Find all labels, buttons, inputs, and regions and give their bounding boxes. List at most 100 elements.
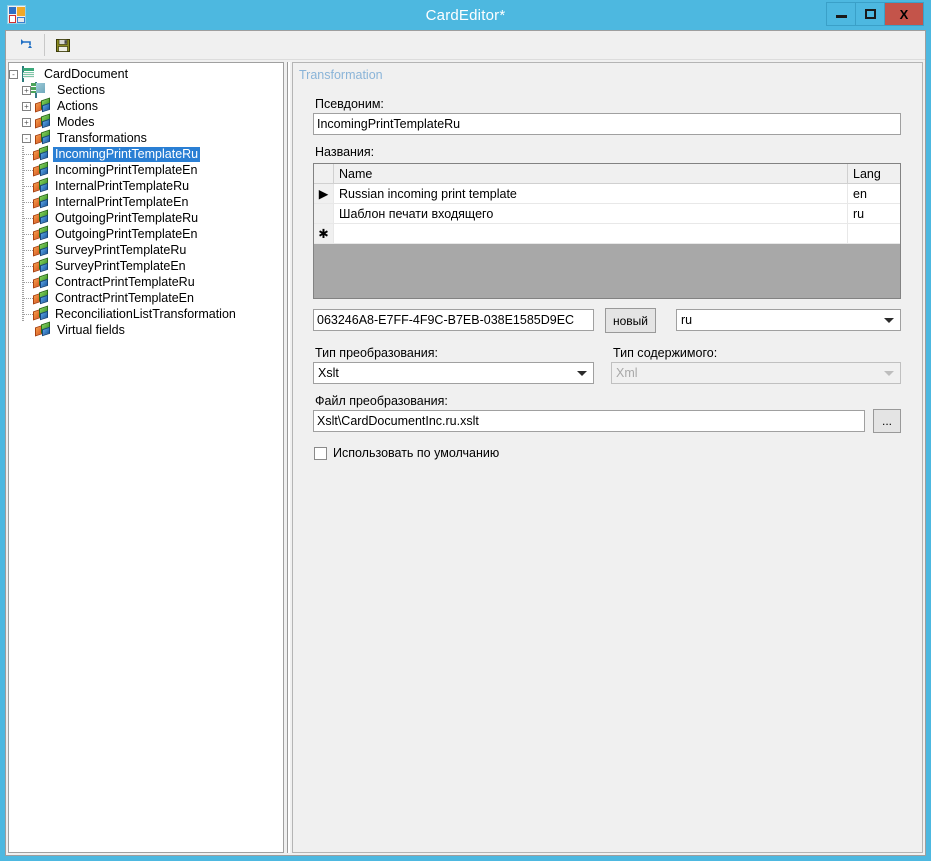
tree-node[interactable]: OutgoingPrintTemplateRu [9, 209, 283, 226]
tree-node[interactable]: InternalPrintTemplateEn [9, 193, 283, 210]
column-header[interactable] [314, 164, 334, 183]
tree-node[interactable]: InternalPrintTemplateRu [9, 177, 283, 194]
gem-icon [35, 113, 51, 129]
gem-icon [35, 97, 51, 113]
save-icon [56, 39, 70, 52]
row-name-cell[interactable]: Шаблон печати входящего [334, 204, 848, 223]
tree-node[interactable]: - CardDocument [9, 66, 283, 82]
tree-node-label: InternalPrintTemplateRu [55, 178, 190, 193]
tree-node-label: Virtual fields [57, 322, 125, 337]
row-indicator: ▶ [314, 184, 334, 203]
tree-node-label: ReconciliationListTransformation [55, 306, 236, 321]
table-row[interactable]: ▶ Russian incoming print template en [314, 184, 900, 204]
tree-node[interactable]: ContractPrintTemplateEn [9, 289, 283, 306]
refresh-return-icon [21, 39, 32, 48]
transformation-detail-panel: Transformation Псевдоним: IncomingPrintT… [292, 62, 923, 853]
tree-node[interactable]: - Transformations [9, 129, 283, 146]
tree-node[interactable]: + Sections [9, 82, 283, 98]
tree-node-label: IncomingPrintTemplateRu [53, 146, 201, 162]
tree-expander[interactable]: + [22, 101, 31, 111]
row-name-cell[interactable] [334, 224, 848, 243]
tree-node[interactable]: OutgoingPrintTemplateEn [9, 225, 283, 242]
content-type-label: Тип содержимого: [613, 346, 718, 360]
gem-icon [35, 321, 51, 337]
window-controls: X [826, 2, 924, 26]
gem-icon [33, 225, 49, 241]
use-default-row[interactable]: Использовать по умолчанию [314, 446, 499, 460]
row-indicator: ✱ [314, 224, 334, 243]
tree-node-label: CardDocument [44, 66, 129, 81]
tree-expander[interactable]: + [22, 85, 31, 95]
gem-icon [33, 305, 49, 321]
transform-type-label: Тип преобразования: [315, 346, 438, 360]
minimize-button[interactable] [826, 2, 856, 26]
gem-icon [33, 177, 49, 193]
row-lang-cell[interactable]: ru [848, 204, 900, 223]
group-title: Transformation [299, 68, 383, 82]
gem-icon [33, 289, 49, 305]
lang-combobox[interactable]: ru [676, 309, 901, 331]
tree-expander[interactable]: - [22, 133, 31, 143]
gem-icon [33, 161, 49, 177]
alias-input[interactable]: IncomingPrintTemplateRu [313, 113, 901, 135]
use-default-checkbox[interactable] [314, 446, 327, 460]
save-button[interactable] [49, 33, 77, 58]
column-header[interactable]: Name [334, 164, 848, 183]
row-lang-cell[interactable] [848, 224, 900, 243]
tree-node-label: ContractPrintTemplateEn [55, 290, 194, 305]
row-name-cell[interactable]: Russian incoming print template [334, 184, 848, 203]
names-grid[interactable]: Name Lang ▶ Russian incoming print templat… [313, 163, 901, 299]
close-button[interactable]: X [884, 2, 924, 26]
names-grid-body[interactable]: ▶ Russian incoming print template en Шаблон… [314, 184, 900, 244]
tree-node[interactable]: ReconciliationListTransformation [9, 305, 283, 322]
tree-node[interactable]: SurveyPrintTemplateEn [9, 257, 283, 274]
grid-icon [35, 82, 51, 98]
client-area: - CardDocument + Sections + Actions + Modes - Tra… [5, 30, 926, 856]
alias-label: Псевдоним: [315, 97, 384, 111]
tree-node-label: ContractPrintTemplateRu [55, 274, 195, 289]
column-header[interactable]: Lang [848, 164, 900, 183]
content-type-combobox: Xml [611, 362, 901, 384]
tree-node[interactable]: + Modes [9, 113, 283, 130]
gem-icon [33, 193, 49, 209]
object-tree[interactable]: - CardDocument + Sections + Actions + Modes - Tra… [9, 66, 283, 338]
title-bar: CardEditor* X [0, 0, 931, 30]
tree-node[interactable]: IncomingPrintTemplateRu [9, 145, 283, 162]
maximize-button[interactable] [855, 2, 885, 26]
guid-input[interactable]: 063246A8-E7FF-4F9C-B7EB-038E1585D9EC [313, 309, 594, 331]
lang-combobox-value: ru [681, 313, 693, 327]
tree-node[interactable]: ContractPrintTemplateRu [9, 273, 283, 290]
use-default-label: Использовать по умолчанию [333, 446, 500, 460]
chevron-down-icon [884, 318, 894, 323]
transform-type-combobox[interactable]: Xslt [313, 362, 594, 384]
toolbar [6, 31, 925, 60]
refresh-return-button[interactable] [12, 33, 40, 58]
transform-file-label: Файл преобразования: [315, 394, 448, 408]
transform-file-input[interactable]: Xslt\CardDocumentInc.ru.xslt [313, 410, 865, 432]
tree-expander[interactable]: + [22, 117, 31, 127]
row-lang-cell[interactable]: en [848, 184, 900, 203]
new-guid-button[interactable]: новый [605, 308, 656, 333]
transform-type-value: Xslt [318, 366, 339, 380]
document-icon [22, 66, 38, 82]
tree-node[interactable]: Virtual fields [9, 321, 283, 338]
tree-node-label: IncomingPrintTemplateEn [55, 162, 198, 177]
tree-expander[interactable]: - [9, 69, 18, 79]
tree-node-label: OutgoingPrintTemplateEn [55, 226, 198, 241]
tree-node-label: SurveyPrintTemplateEn [55, 258, 186, 273]
body-split: - CardDocument + Sections + Actions + Modes - Tra… [6, 60, 925, 855]
table-row[interactable]: ✱ [314, 224, 900, 244]
gem-icon [33, 209, 49, 225]
tree-node[interactable]: IncomingPrintTemplateEn [9, 161, 283, 178]
browse-file-button[interactable]: ... [873, 409, 901, 433]
table-row[interactable]: Шаблон печати входящего ru [314, 204, 900, 224]
names-label: Названия: [315, 145, 375, 159]
tree-node-label: Modes [57, 114, 95, 129]
chevron-down-icon [577, 371, 587, 376]
tree-node[interactable]: SurveyPrintTemplateRu [9, 241, 283, 258]
panel-splitter[interactable] [284, 62, 292, 853]
tree-node[interactable]: + Actions [9, 97, 283, 114]
tree-panel[interactable]: - CardDocument + Sections + Actions + Modes - Tra… [8, 62, 284, 853]
gem-icon [33, 145, 49, 161]
tree-node-label: InternalPrintTemplateEn [55, 194, 189, 209]
